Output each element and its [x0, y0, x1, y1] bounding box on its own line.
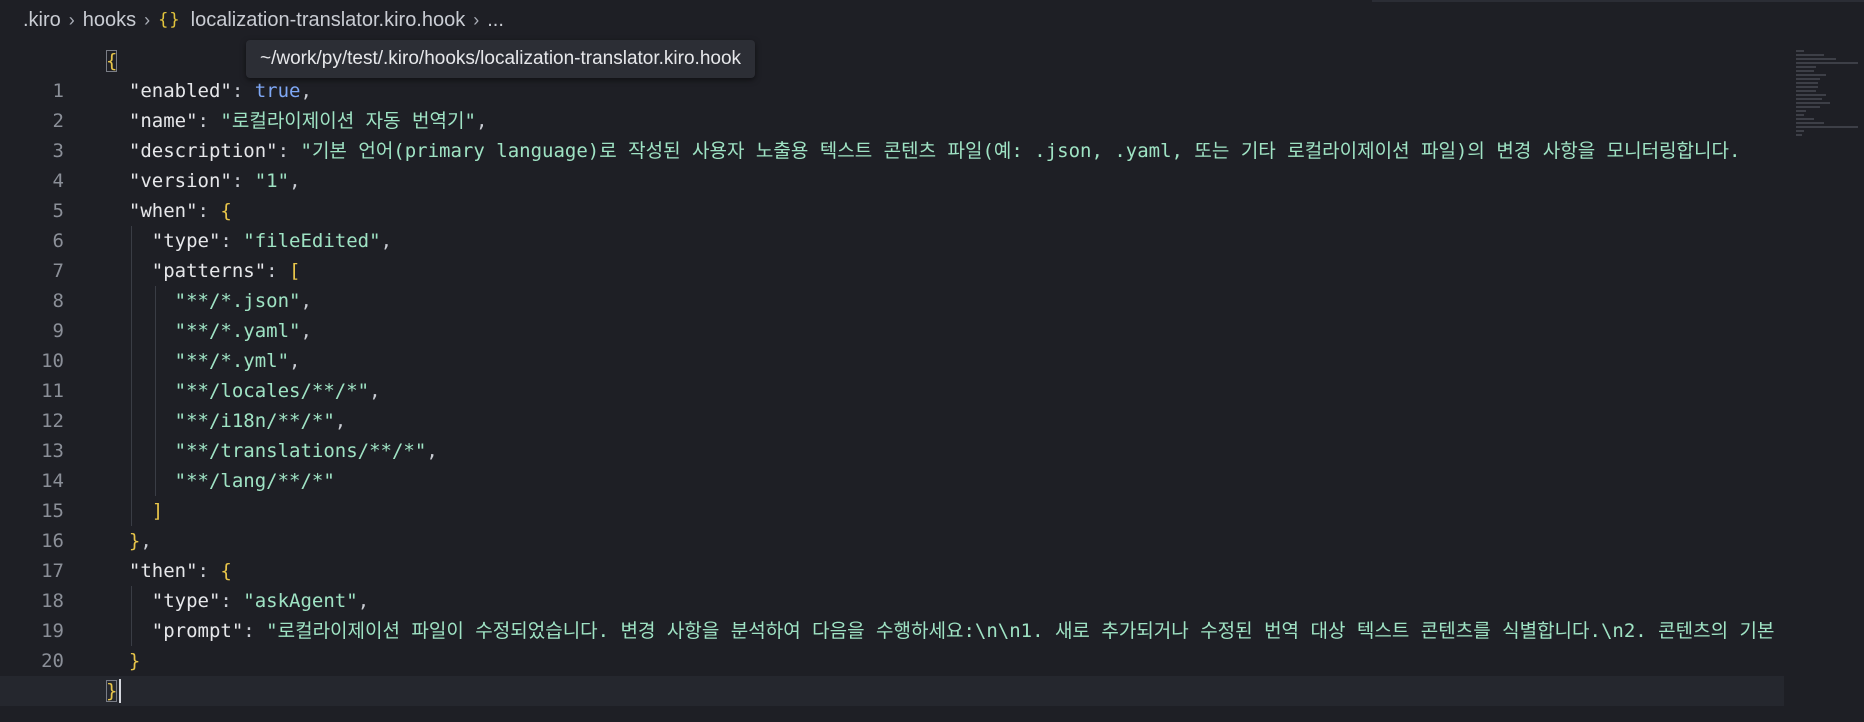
json-string: "**/lang/**/*" [174, 470, 335, 492]
minimap-line [1796, 114, 1804, 116]
minimap-line [1796, 54, 1824, 56]
code-line: 10 "**/*.yaml", [0, 316, 1784, 372]
json-string: "fileEdited" [243, 230, 381, 252]
code-line: 18 "then": { [0, 556, 1784, 612]
code-line: 13 "**/i18n/**/*", [0, 406, 1784, 462]
json-string: "**/i18n/**/*" [174, 410, 335, 432]
json-string: "**/*.yml" [174, 350, 290, 372]
code-line: 4 "description": "기본 언어(primary language… [0, 136, 1784, 192]
json-key: "type" [151, 230, 221, 252]
code-line: 2 "enabled": true, [0, 76, 1784, 132]
json-string: "**/locales/**/*" [174, 380, 370, 402]
minimap-line [1796, 74, 1826, 76]
code-line-current: 22 } [0, 676, 1784, 706]
minimap-line [1796, 62, 1858, 64]
json-close-brace: } [106, 680, 118, 702]
minimap[interactable] [1784, 46, 1864, 706]
json-key: "when" [128, 200, 198, 222]
json-close-brace: } [128, 650, 141, 672]
code-line: 11 "**/*.yml", [0, 346, 1784, 402]
minimap-line [1796, 50, 1804, 52]
minimap-line [1796, 106, 1820, 108]
editor-window: .kiro › hooks › {} localization-translat… [0, 0, 1864, 722]
minimap-line [1796, 98, 1822, 100]
json-open-bracket: [ [289, 260, 301, 282]
code-line: 5 "version": "1", [0, 166, 1784, 222]
chevron-right-icon: › [68, 9, 75, 30]
code-line: 8 "patterns": [ [0, 256, 1784, 312]
minimap-line [1796, 90, 1816, 92]
json-close-brace: } [128, 530, 141, 552]
minimap-line [1796, 102, 1830, 104]
minimap-line [1796, 82, 1818, 84]
code-line: 20 "prompt": "로컬라이제이션 파일이 수정되었습니다. 변경 사항… [0, 616, 1784, 672]
minimap-line [1796, 134, 1802, 136]
code-line: 19 "type": "askAgent", [0, 586, 1784, 642]
json-key: "prompt" [151, 620, 244, 642]
json-braces-icon: {} [158, 10, 181, 30]
breadcrumb-item-kiro[interactable]: .kiro [23, 9, 61, 32]
json-key: "patterns" [151, 260, 267, 282]
minimap-line [1796, 58, 1836, 60]
minimap-line [1796, 118, 1814, 120]
minimap-line [1796, 110, 1806, 112]
json-key: "type" [151, 590, 221, 612]
code-line: 15 "**/lang/**/*" [0, 466, 1784, 522]
json-string: "로컬라이제이션 파일이 수정되었습니다. 변경 사항을 분석하여 다음을 수행… [266, 620, 1775, 642]
minimap-line [1796, 94, 1826, 96]
code-line: 3 "name": "로컬라이제이션 자동 번역기", [0, 106, 1784, 162]
text-cursor [119, 679, 121, 703]
code-line: 21 } [0, 646, 1784, 702]
json-string: "**/translations/**/*" [174, 440, 427, 462]
minimap-line [1796, 130, 1804, 132]
code-line: 9 "**/*.json", [0, 286, 1784, 342]
json-string: "**/*.yaml" [174, 320, 301, 342]
code-editor[interactable]: 1 { 2 "enabled": true, 3 "name": "로컬라이제이… [0, 46, 1784, 706]
code-line: 17 }, [0, 526, 1784, 582]
breadcrumb-item-file[interactable]: localization-translator.kiro.hook [191, 9, 466, 32]
chevron-right-icon: › [144, 9, 151, 30]
json-key: "name" [128, 110, 198, 132]
json-key: "description" [128, 140, 278, 162]
minimap-line [1796, 86, 1818, 88]
minimap-line [1796, 122, 1824, 124]
minimap-line [1796, 126, 1858, 128]
breadcrumb: .kiro › hooks › {} localization-translat… [0, 0, 1864, 40]
code-line: 16 ] [0, 496, 1784, 552]
json-open-brace: { [106, 50, 118, 72]
minimap-line [1796, 66, 1816, 68]
code-line: 14 "**/translations/**/*", [0, 436, 1784, 492]
json-key: "enabled" [128, 80, 232, 102]
breadcrumb-item-hooks[interactable]: hooks [83, 9, 136, 32]
code-line: 6 "when": { [0, 196, 1784, 252]
json-open-brace: { [220, 560, 232, 582]
json-key: "then" [128, 560, 198, 582]
json-boolean: true [254, 80, 301, 102]
top-divider [1372, 0, 1864, 2]
json-string: "1" [254, 170, 290, 192]
json-key: "version" [128, 170, 232, 192]
chevron-right-icon: › [473, 9, 480, 30]
minimap-line [1796, 78, 1820, 80]
json-string: "로컬라이제이션 자동 번역기" [220, 110, 476, 132]
json-string: "**/*.json" [174, 290, 301, 312]
minimap-line [1796, 70, 1814, 72]
code-line: 7 "type": "fileEdited", [0, 226, 1784, 282]
code-line: 12 "**/locales/**/*", [0, 376, 1784, 432]
json-string: "기본 언어(primary language)로 작성된 사용자 노출용 텍스… [300, 140, 1741, 162]
json-string: "askAgent" [243, 590, 358, 612]
breadcrumb-item-more[interactable]: ... [487, 9, 504, 32]
file-path-tooltip: ~/work/py/test/.kiro/hooks/localization-… [246, 40, 756, 78]
json-open-brace: { [220, 200, 232, 222]
json-close-bracket: ] [151, 500, 164, 522]
